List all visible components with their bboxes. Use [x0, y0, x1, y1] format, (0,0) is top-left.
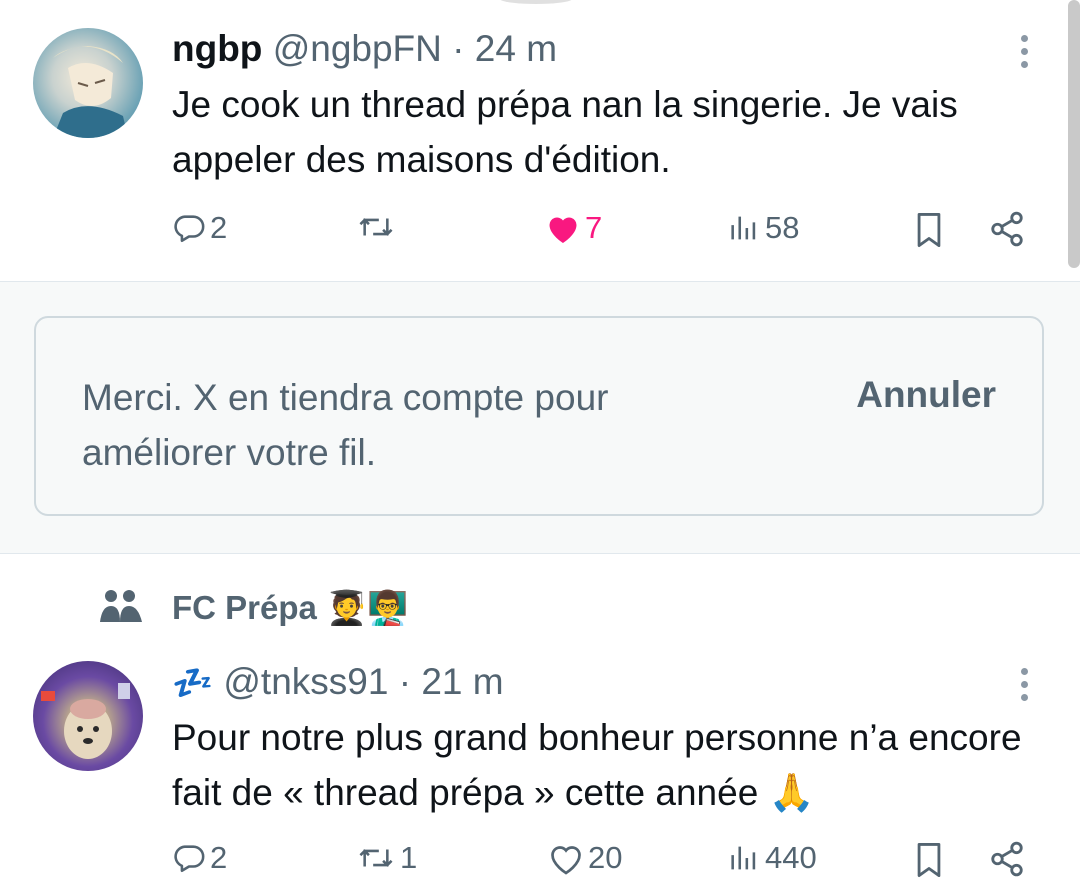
tweet-text: Je cook un thread prépa nan la singerie.…: [172, 84, 958, 180]
community-name-text: FC Prépa: [172, 589, 317, 626]
more-icon[interactable]: [1016, 668, 1032, 701]
reply-count: 2: [210, 840, 228, 875]
community-name[interactable]: FC Prépa 🧑‍🎓👨‍🏫: [172, 588, 408, 628]
display-name[interactable]: ngbp: [172, 28, 262, 69]
reply-button[interactable]: 2: [172, 210, 227, 246]
community-context[interactable]: FC Prépa 🧑‍🎓👨‍🏫: [0, 580, 1080, 632]
reply-icon: [174, 215, 205, 243]
views-button[interactable]: 440: [727, 840, 817, 876]
reply-button[interactable]: 2: [172, 840, 227, 876]
timestamp[interactable]: 24 m: [475, 28, 557, 69]
more-icon[interactable]: [1016, 35, 1032, 68]
views-icon: [731, 216, 756, 240]
undo-button[interactable]: Annuler: [856, 374, 996, 416]
tweet-header: ngbp @ngbpFN · 24 m: [172, 30, 557, 67]
divider: [0, 553, 1080, 554]
like-icon: [549, 217, 577, 243]
display-name[interactable]: 💤: [172, 663, 213, 702]
tweet-header: 💤 @tnkss91 · 21 m: [172, 663, 504, 700]
feedback-message: Merci. X en tiendra compte pour améliore…: [82, 377, 609, 473]
retweet-icon: [359, 849, 393, 867]
views-button[interactable]: 58: [727, 210, 799, 246]
like-count: 7: [585, 210, 603, 245]
tweet[interactable]: ngbp @ngbpFN · 24 m Je cook un thread pr…: [0, 0, 1080, 280]
action-bar: 2 7 58: [0, 208, 1080, 258]
like-icon: [551, 846, 581, 875]
community-icon: [100, 590, 142, 622]
views-count: 440: [765, 840, 817, 875]
bookmark-icon: [917, 213, 941, 247]
reply-count: 2: [210, 210, 228, 245]
tweet-text: Pour notre plus grand bonheur personne n…: [172, 717, 1022, 813]
share-icon: [991, 211, 1023, 247]
avatar[interactable]: [33, 661, 143, 771]
share-button[interactable]: [988, 840, 1026, 878]
like-button[interactable]: 20: [548, 840, 622, 876]
separator: ·: [452, 28, 465, 69]
retweet-count: 1: [400, 840, 418, 875]
separator: ·: [398, 661, 412, 702]
action-bar: 2 1 20 440: [0, 838, 1080, 888]
views-icon: [731, 846, 756, 870]
avatar[interactable]: [33, 28, 143, 138]
handle[interactable]: @ngbpFN: [273, 28, 442, 69]
bookmark-button[interactable]: [912, 210, 946, 250]
share-icon: [991, 841, 1023, 877]
retweet-button[interactable]: [356, 210, 400, 244]
like-button[interactable]: 7: [545, 210, 602, 246]
reply-icon: [174, 845, 205, 873]
retweet-button[interactable]: 1: [356, 840, 417, 876]
views-count: 58: [765, 210, 800, 245]
handle[interactable]: @tnkss91: [223, 661, 388, 702]
timestamp[interactable]: 21 m: [421, 661, 503, 702]
retweet-icon: [359, 218, 393, 236]
community-emojis: 🧑‍🎓👨‍🏫: [326, 588, 409, 627]
bookmark-icon: [917, 843, 941, 877]
like-count: 20: [588, 840, 623, 875]
feedback-card: Merci. X en tiendra compte pour améliore…: [34, 316, 1044, 516]
bookmark-button[interactable]: [912, 840, 946, 880]
share-button[interactable]: [988, 210, 1026, 248]
